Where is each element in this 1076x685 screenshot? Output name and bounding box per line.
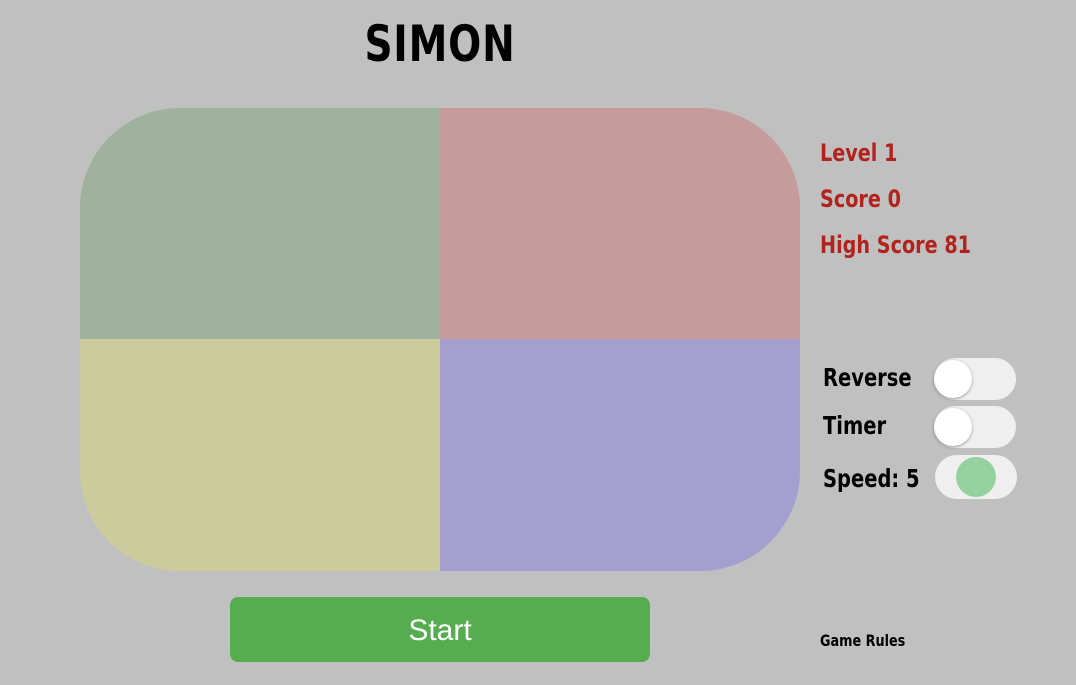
green-pad[interactable] [80,108,440,339]
timer-label: Timer [823,411,887,440]
speed-slider-thumb[interactable] [956,457,996,497]
game-title: SIMON [364,15,516,73]
start-button[interactable]: Start [230,597,650,662]
reverse-toggle[interactable] [934,358,1016,400]
yellow-pad[interactable] [80,339,440,571]
timer-toggle[interactable] [934,406,1016,448]
speed-label: Speed: 5 [823,464,920,493]
high-score-display: High Score 81 [820,231,972,259]
simon-board [80,108,800,571]
speed-slider[interactable] [935,455,1017,499]
level-display: Level 1 [820,139,898,167]
timer-toggle-knob[interactable] [934,408,972,446]
reverse-label: Reverse [823,363,912,392]
game-rules-link[interactable]: Game Rules [820,630,905,652]
blue-pad[interactable] [440,339,800,571]
reverse-toggle-knob[interactable] [934,360,972,398]
score-display: Score 0 [820,185,901,213]
red-pad[interactable] [440,108,800,339]
